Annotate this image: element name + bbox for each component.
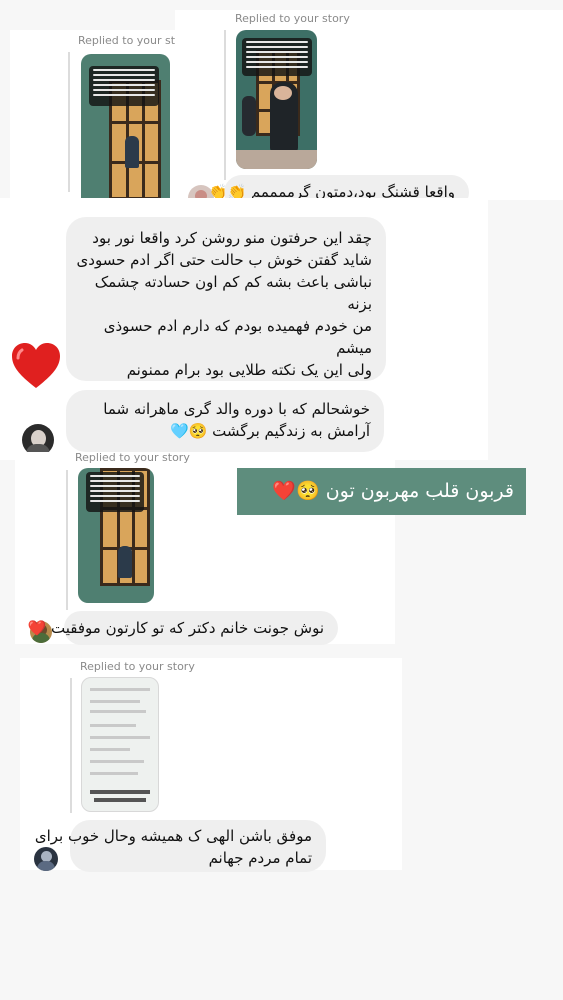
message-text: آرامش به زندگیم برگشت 🥺🩵 xyxy=(169,422,370,440)
thread-panel-2 xyxy=(175,10,563,200)
reply-line xyxy=(70,678,72,813)
reply-line xyxy=(224,30,226,180)
reply-line xyxy=(66,470,68,610)
replied-label: Replied to your story xyxy=(80,660,195,673)
message-text: میشم xyxy=(336,339,372,357)
heart-reaction-icon[interactable] xyxy=(10,340,62,392)
message-text: موفق باشن الهی ک همیشه وحال خوب برای xyxy=(34,827,312,845)
message-text: چقد این حرفتون منو روشن کرد واقعا نور بو… xyxy=(92,229,372,247)
replied-label: Replied to your st xyxy=(78,34,176,47)
sticker-text-banner: قربون قلب مهربون تون 🥺❤️ xyxy=(237,468,526,515)
replied-label: Replied to your story xyxy=(235,12,350,25)
story-thumbnail[interactable] xyxy=(81,54,170,208)
message-text: بزنه xyxy=(347,295,372,313)
message-text: نباشی باعث بشه کم کم اون حسادته چشمک xyxy=(94,273,372,291)
message-text: تمام مردم جهانم xyxy=(208,849,312,867)
message-bubble[interactable]: موفق باشن الهی ک همیشه وحال خوب برای تما… xyxy=(34,820,326,872)
story-thumbnail[interactable] xyxy=(78,468,154,603)
replied-label: Replied to your story xyxy=(75,451,190,464)
message-text: ولی این یک نکته طلایی بود برام ممنونم xyxy=(126,361,372,379)
message-text: شاید گفتن خوش ب حالت حتی اگر ادم حسودی xyxy=(76,251,372,269)
message-bubble[interactable]: خوشحالم که با دوره والد گری ماهرانه شما … xyxy=(66,390,384,452)
avatar[interactable] xyxy=(34,847,58,871)
message-text: خوشحالم که با دوره والد گری ماهرانه شما xyxy=(103,400,370,418)
story-thumbnail[interactable] xyxy=(236,30,317,169)
message-text: نوش جونت خانم دکتر که تو کارتون موفقیت ❤… xyxy=(27,619,324,637)
reply-line xyxy=(68,52,70,192)
message-bubble[interactable]: چقد این حرفتون منو روشن کرد واقعا نور بو… xyxy=(66,217,386,381)
message-bubble[interactable]: نوش جونت خانم دکتر که تو کارتون موفقیت ❤… xyxy=(27,611,338,645)
story-thumbnail[interactable] xyxy=(81,677,159,812)
message-text: من خودم فهمیده بودم که دارم ادم حسوذی xyxy=(103,317,372,335)
